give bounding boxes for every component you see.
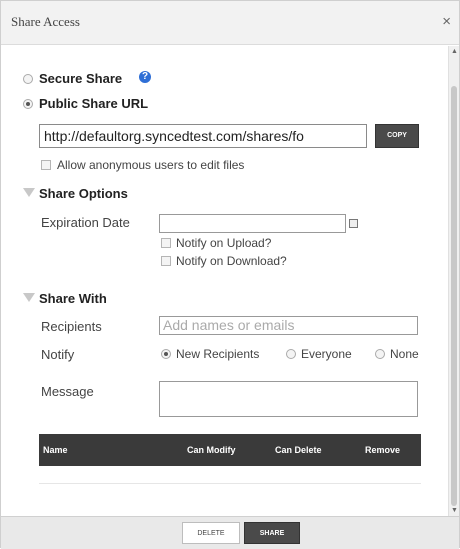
table-divider (39, 483, 421, 484)
column-remove: Remove (365, 445, 401, 455)
column-can-delete: Can Delete (275, 445, 322, 455)
share-button[interactable]: SHARE (244, 522, 300, 544)
public-share-radio[interactable] (23, 99, 33, 109)
public-url-field[interactable]: http://defaultorg.syncedtest.com/shares/… (39, 124, 367, 148)
notify-new-recipients-label: New Recipients (176, 347, 260, 361)
secure-share-radio[interactable] (23, 74, 33, 84)
anonymous-edit-label: Allow anonymous users to edit files (57, 158, 245, 172)
notify-download-checkbox[interactable] (161, 256, 171, 266)
recipients-input[interactable]: Add names or emails (159, 316, 418, 335)
expiration-date-input[interactable] (159, 214, 346, 233)
notify-upload-label: Notify on Upload? (176, 236, 272, 250)
scroll-up-icon[interactable]: ▲ (451, 48, 458, 55)
dialog-footer: DELETE SHARE (1, 516, 459, 549)
share-options-heading: Share Options (39, 186, 128, 201)
copy-button[interactable]: COPY (375, 124, 419, 148)
notify-everyone-radio[interactable] (286, 349, 296, 359)
calendar-icon[interactable] (349, 219, 358, 228)
notify-download-label: Notify on Download? (176, 254, 287, 268)
delete-button[interactable]: DELETE (182, 522, 240, 544)
info-icon[interactable]: ? (139, 71, 151, 83)
message-textarea[interactable] (159, 381, 418, 417)
scroll-down-icon[interactable]: ▼ (451, 507, 458, 514)
column-name: Name (43, 445, 68, 455)
notify-none-radio[interactable] (375, 349, 385, 359)
recipients-placeholder: Add names or emails (163, 317, 295, 333)
dialog-titlebar: Share Access × (1, 1, 459, 45)
recipients-label: Recipients (41, 319, 102, 334)
column-can-modify: Can Modify (187, 445, 236, 455)
notify-none-label: None (390, 347, 419, 361)
close-icon[interactable]: × (442, 13, 451, 30)
share-access-dialog: Share Access × Secure Share ? Public Sha… (0, 0, 460, 549)
collapse-triangle-icon[interactable] (23, 188, 35, 197)
public-url-value: http://defaultorg.syncedtest.com/shares/… (44, 128, 304, 144)
share-with-heading: Share With (39, 291, 107, 306)
anonymous-edit-checkbox[interactable] (41, 160, 51, 170)
message-label: Message (41, 384, 94, 399)
notify-new-recipients-radio[interactable] (161, 349, 171, 359)
dialog-content: Secure Share ? Public Share URL http://d… (1, 46, 449, 516)
dialog-title: Share Access (11, 14, 80, 29)
share-table-header: Name Can Modify Can Delete Remove (39, 434, 421, 466)
scrollbar[interactable]: ▲ ▼ (448, 46, 459, 516)
expiration-date-label: Expiration Date (41, 215, 130, 230)
secure-share-label: Secure Share (39, 71, 123, 86)
public-share-label: Public Share URL (39, 96, 149, 111)
notify-label: Notify (41, 347, 75, 362)
scrollbar-thumb[interactable] (451, 86, 457, 506)
collapse-triangle-icon[interactable] (23, 293, 35, 302)
notify-everyone-label: Everyone (301, 347, 352, 361)
notify-upload-checkbox[interactable] (161, 238, 171, 248)
